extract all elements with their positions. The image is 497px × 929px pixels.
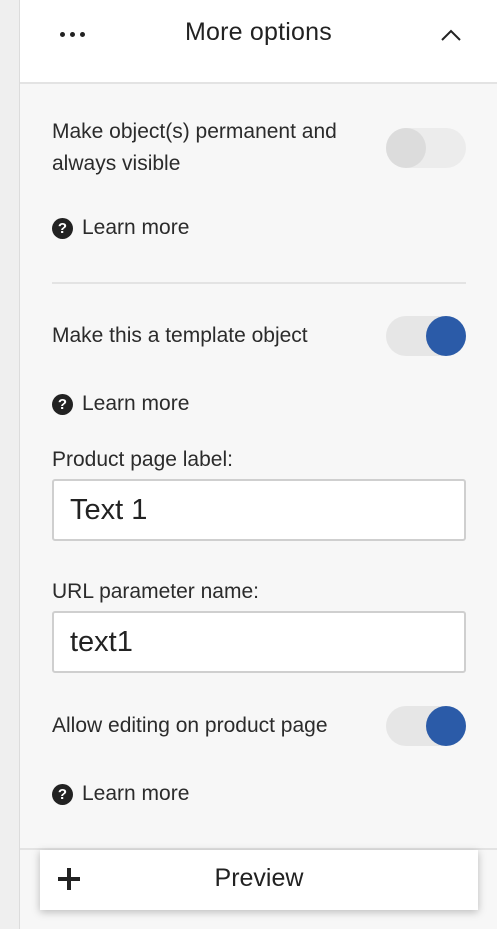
template-label: Make this a template object — [52, 324, 308, 347]
learn-more-label: Learn more — [82, 216, 190, 239]
preview-label: Preview — [214, 864, 304, 892]
preview-button[interactable]: Preview — [40, 850, 478, 910]
product-page-label-title: Product page label: — [52, 448, 233, 471]
chevron-up-icon[interactable] — [441, 28, 461, 42]
left-edge-strip — [0, 0, 20, 929]
help-icon: ? — [52, 217, 73, 239]
toggle-knob — [426, 316, 466, 356]
allow-editing-toggle[interactable] — [386, 706, 466, 746]
allow-editing-label: Allow editing on product page — [52, 714, 328, 737]
toggle-knob — [386, 128, 426, 168]
learn-more-link-template[interactable]: ? Learn more — [52, 392, 189, 416]
permanent-toggle[interactable] — [386, 128, 466, 168]
panel-header: More options — [20, 0, 497, 84]
learn-more-link-editing[interactable]: ? Learn more — [52, 782, 189, 806]
learn-more-label: Learn more — [82, 392, 190, 415]
permanent-label: Make object(s) permanent and always visi… — [52, 120, 337, 175]
more-options-panel: More options Make object(s) permanent an… — [20, 0, 497, 929]
help-icon: ? — [52, 393, 73, 415]
url-parameter-label: URL parameter name: — [52, 580, 259, 603]
learn-more-link-permanent[interactable]: ? Learn more — [52, 216, 189, 240]
learn-more-label: Learn more — [82, 782, 190, 805]
url-parameter-input[interactable] — [52, 611, 466, 673]
help-icon: ? — [52, 783, 73, 805]
toggle-knob — [426, 706, 466, 746]
template-toggle[interactable] — [386, 316, 466, 356]
section-divider — [52, 282, 466, 284]
panel-title: More options — [185, 18, 332, 46]
product-page-label-input[interactable] — [52, 479, 466, 541]
